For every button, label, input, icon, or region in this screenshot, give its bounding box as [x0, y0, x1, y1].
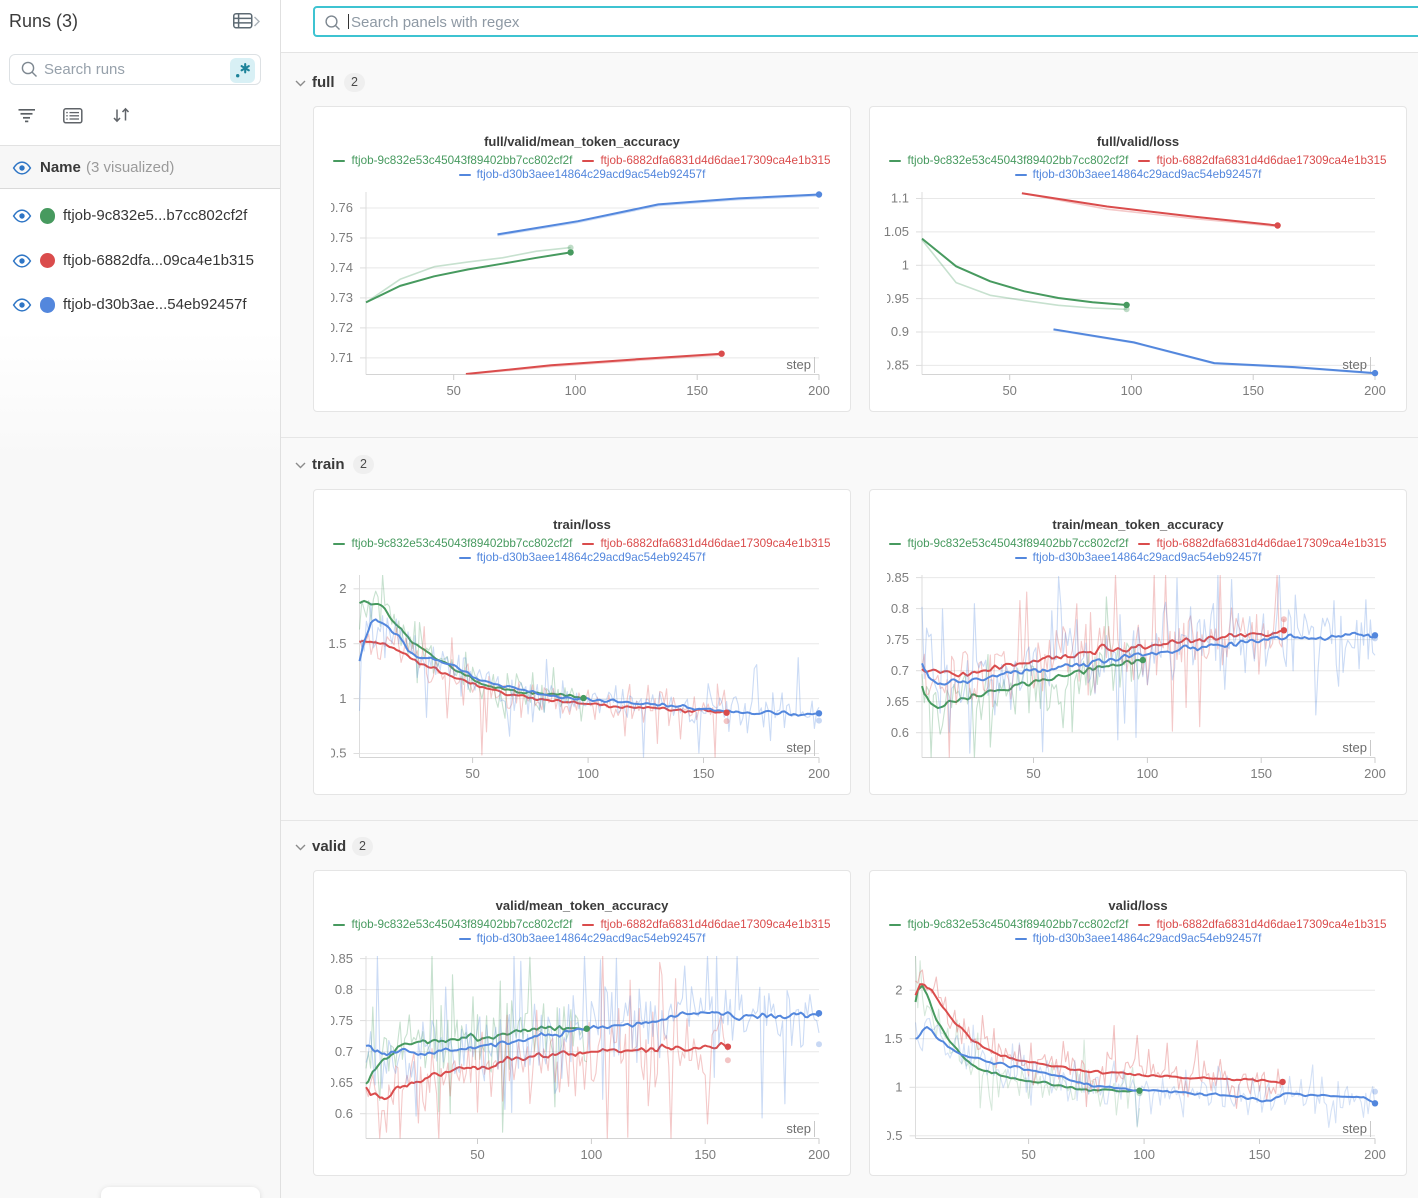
svg-text:0.6: 0.6	[335, 1106, 353, 1121]
svg-text:150: 150	[693, 766, 715, 781]
svg-text:0.5: 0.5	[328, 746, 346, 761]
svg-text:0.76: 0.76	[328, 200, 353, 215]
svg-text:0.7: 0.7	[891, 663, 909, 678]
svg-text:1.1: 1.1	[891, 191, 909, 206]
svg-text:1.5: 1.5	[884, 1031, 902, 1046]
svg-text:0.85: 0.85	[884, 358, 909, 373]
svg-text:50: 50	[446, 383, 460, 398]
svg-text:1.05: 1.05	[884, 224, 909, 239]
svg-text:step: step	[786, 357, 811, 372]
svg-text:0.85: 0.85	[884, 570, 909, 585]
svg-text:0.75: 0.75	[328, 1013, 353, 1028]
svg-text:1.5: 1.5	[328, 636, 346, 651]
svg-text:50: 50	[465, 766, 479, 781]
svg-text:2: 2	[339, 581, 346, 596]
svg-text:200: 200	[808, 383, 830, 398]
svg-text:2: 2	[895, 982, 902, 997]
svg-text:50: 50	[470, 1147, 484, 1162]
svg-text:step: step	[1342, 1121, 1367, 1136]
svg-text:100: 100	[1133, 1147, 1155, 1162]
svg-text:0.73: 0.73	[328, 290, 353, 305]
svg-text:100: 100	[577, 766, 599, 781]
svg-text:100: 100	[581, 1147, 603, 1162]
svg-text:0.65: 0.65	[328, 1075, 353, 1090]
svg-text:1: 1	[902, 258, 909, 273]
svg-text:0.71: 0.71	[328, 350, 353, 365]
svg-text:0.9: 0.9	[891, 324, 909, 339]
svg-text:0.75: 0.75	[884, 632, 909, 647]
svg-text:step: step	[1342, 740, 1367, 755]
svg-text:0.65: 0.65	[884, 694, 909, 709]
svg-text:step: step	[1342, 357, 1367, 372]
svg-text:150: 150	[694, 1147, 716, 1162]
svg-text:0.8: 0.8	[335, 982, 353, 997]
svg-text:200: 200	[1364, 1147, 1386, 1162]
svg-text:0.72: 0.72	[328, 320, 353, 335]
svg-text:0.6: 0.6	[891, 725, 909, 740]
svg-text:150: 150	[1242, 383, 1264, 398]
svg-text:0.5: 0.5	[884, 1128, 902, 1143]
svg-text:200: 200	[1364, 383, 1386, 398]
svg-text:0.74: 0.74	[328, 260, 353, 275]
svg-text:1: 1	[339, 691, 346, 706]
svg-text:1: 1	[895, 1080, 902, 1095]
svg-text:50: 50	[1026, 766, 1040, 781]
svg-text:200: 200	[1364, 766, 1386, 781]
svg-text:100: 100	[1137, 766, 1159, 781]
svg-text:0.75: 0.75	[328, 230, 353, 245]
svg-text:50: 50	[1021, 1147, 1035, 1162]
svg-text:0.7: 0.7	[335, 1044, 353, 1059]
svg-text:200: 200	[808, 766, 830, 781]
svg-text:step: step	[786, 1121, 811, 1136]
svg-text:50: 50	[1002, 383, 1016, 398]
svg-text:step: step	[786, 740, 811, 755]
svg-text:100: 100	[1121, 383, 1143, 398]
svg-text:0.8: 0.8	[891, 601, 909, 616]
svg-text:100: 100	[565, 383, 587, 398]
svg-text:0.85: 0.85	[328, 951, 353, 966]
svg-text:150: 150	[1250, 766, 1272, 781]
svg-text:150: 150	[1249, 1147, 1271, 1162]
svg-text:0.95: 0.95	[884, 291, 909, 306]
svg-text:200: 200	[808, 1147, 830, 1162]
svg-text:150: 150	[686, 383, 708, 398]
